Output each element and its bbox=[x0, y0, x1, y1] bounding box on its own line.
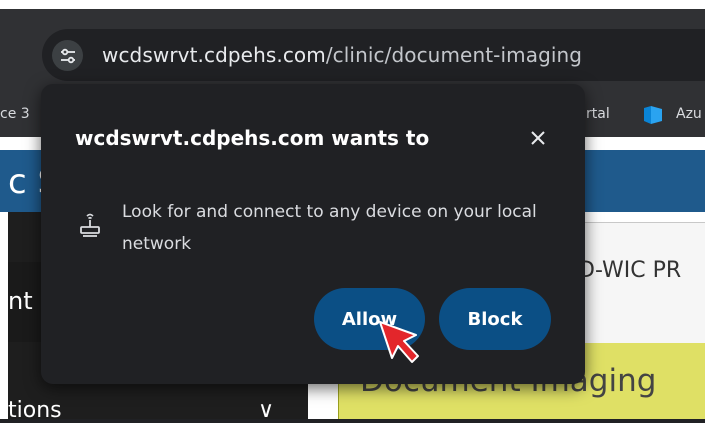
bookmark-item-partial[interactable]: ce 3 bbox=[0, 106, 30, 122]
sidebar-section-label[interactable]: tions bbox=[8, 398, 62, 423]
url-domain: wcdswrvt.cdpehs.com bbox=[102, 43, 326, 67]
close-button[interactable] bbox=[521, 121, 555, 155]
sidebar-item-label[interactable]: nt bbox=[8, 287, 33, 315]
site-info-button[interactable] bbox=[52, 40, 83, 71]
program-title: D-WIC PR bbox=[578, 258, 682, 283]
url-text[interactable]: wcdswrvt.cdpehs.com/clinic/document-imag… bbox=[102, 43, 582, 67]
mouse-pointer-icon bbox=[379, 321, 419, 363]
dialog-title: wcdswrvt.cdpehs.com wants to bbox=[75, 126, 430, 150]
close-icon bbox=[531, 131, 545, 145]
url-path: /clinic/document-imaging bbox=[325, 43, 583, 67]
tune-icon bbox=[60, 48, 75, 63]
azure-logo-icon[interactable] bbox=[641, 104, 665, 126]
local-network-device-icon bbox=[80, 213, 100, 237]
chevron-down-icon[interactable]: ∨ bbox=[258, 398, 274, 423]
permission-description: Look for and connect to any device on yo… bbox=[122, 202, 537, 254]
bookmark-portal[interactable]: rtal bbox=[586, 106, 610, 122]
block-button[interactable]: Block bbox=[439, 288, 551, 350]
screen-top-edge bbox=[0, 0, 705, 9]
bookmark-azure[interactable]: Azu bbox=[676, 106, 702, 122]
